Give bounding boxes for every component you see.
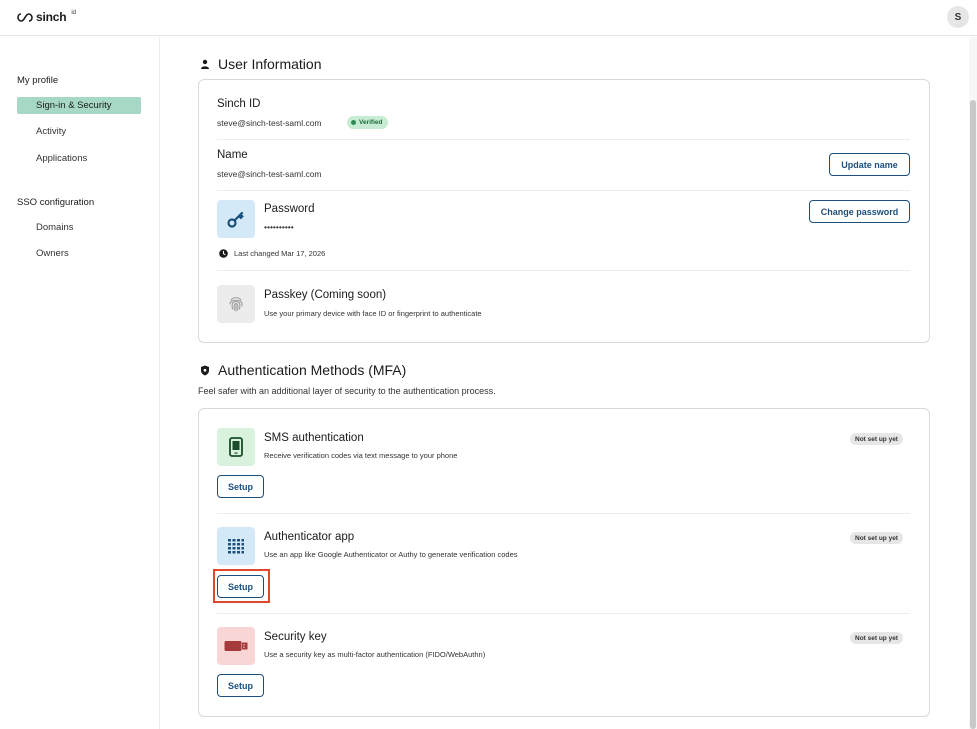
sidebar: My profile Sign-in & Security Activity A…	[0, 37, 160, 729]
mfa-heading: Authentication Methods (MFA)	[200, 362, 406, 378]
sidebar-group-my-profile: My profile	[17, 75, 59, 86]
password-value: ••••••••••	[264, 222, 294, 232]
sidebar-item-activity[interactable]: Activity	[17, 123, 141, 140]
authenticator-desc: Use an app like Google Authenticator or …	[264, 550, 518, 559]
person-icon	[201, 59, 209, 69]
sinch-logo[interactable]: sinch id	[17, 10, 76, 24]
divider	[217, 513, 910, 514]
verified-badge-label: Verified	[359, 119, 383, 126]
sms-desc: Receive verification codes via text mess…	[264, 451, 458, 460]
user-info-heading: User Information	[200, 56, 321, 72]
security-key-status-badge: Not set up yet	[850, 632, 903, 644]
authenticator-label: Authenticator app	[264, 531, 355, 543]
mfa-subtitle: Feel safer with an additional layer of s…	[198, 386, 496, 396]
security-key-tile	[217, 627, 255, 665]
check-circle-icon	[351, 120, 356, 125]
sms-status-badge: Not set up yet	[850, 433, 903, 445]
sms-tile	[217, 428, 255, 466]
sinch-logo-icon	[17, 12, 33, 22]
security-key-label: Security key	[264, 631, 327, 643]
passkey-desc: Use your primary device with face ID or …	[264, 309, 482, 318]
logo-sup: id	[71, 10, 77, 16]
mfa-title: Authentication Methods (MFA)	[218, 362, 407, 378]
avatar[interactable]: S	[947, 6, 969, 28]
sinch-id-value: steve@sinch-test-saml.com	[217, 118, 322, 128]
shield-icon	[201, 365, 209, 375]
fingerprint-icon	[229, 297, 243, 312]
sms-label: SMS authentication	[264, 432, 364, 444]
sinch-id-label: Sinch ID	[217, 98, 261, 110]
authenticator-status-badge: Not set up yet	[850, 532, 903, 544]
scrollbar-thumb[interactable]	[970, 100, 976, 729]
name-label: Name	[217, 149, 248, 161]
security-key-setup-button[interactable]: Setup	[217, 674, 264, 697]
user-info-card: Sinch ID steve@sinch-test-saml.com Verif…	[198, 79, 930, 343]
password-label: Password	[264, 203, 315, 215]
grid-icon	[228, 539, 244, 554]
divider	[217, 270, 910, 271]
update-name-button[interactable]: Update name	[829, 153, 910, 176]
passkey-label: Passkey (Coming soon)	[264, 289, 387, 301]
divider	[217, 613, 910, 614]
name-value: steve@sinch-test-saml.com	[217, 169, 322, 179]
change-password-button[interactable]: Change password	[809, 200, 910, 223]
sms-setup-button[interactable]: Setup	[217, 475, 264, 498]
divider	[217, 139, 910, 140]
sidebar-item-applications[interactable]: Applications	[17, 150, 141, 167]
mfa-card: SMS authentication Receive verification …	[198, 408, 930, 717]
top-bar: sinch id S	[0, 0, 977, 36]
key-icon	[227, 211, 244, 228]
last-changed-text: Last changed Mar 17, 2026	[234, 249, 326, 258]
verified-badge: Verified	[347, 116, 389, 129]
clock-icon	[219, 249, 228, 258]
sidebar-item-sign-in-security[interactable]: Sign-in & Security	[17, 97, 141, 114]
last-changed: Last changed Mar 17, 2026	[219, 249, 325, 258]
logo-text: sinch	[36, 10, 67, 24]
phone-icon	[229, 437, 243, 457]
sidebar-item-owners[interactable]: Owners	[17, 245, 141, 262]
divider	[217, 190, 910, 191]
sidebar-item-domains[interactable]: Domains	[17, 219, 141, 236]
password-tile	[217, 200, 255, 238]
usb-key-icon	[224, 641, 248, 651]
sidebar-group-sso: SSO configuration	[17, 197, 95, 208]
security-key-desc: Use a security key as multi-factor authe…	[264, 650, 486, 659]
authenticator-tile	[217, 527, 255, 565]
user-info-title: User Information	[218, 56, 322, 72]
passkey-tile	[217, 285, 255, 323]
highlight-box	[213, 569, 270, 603]
